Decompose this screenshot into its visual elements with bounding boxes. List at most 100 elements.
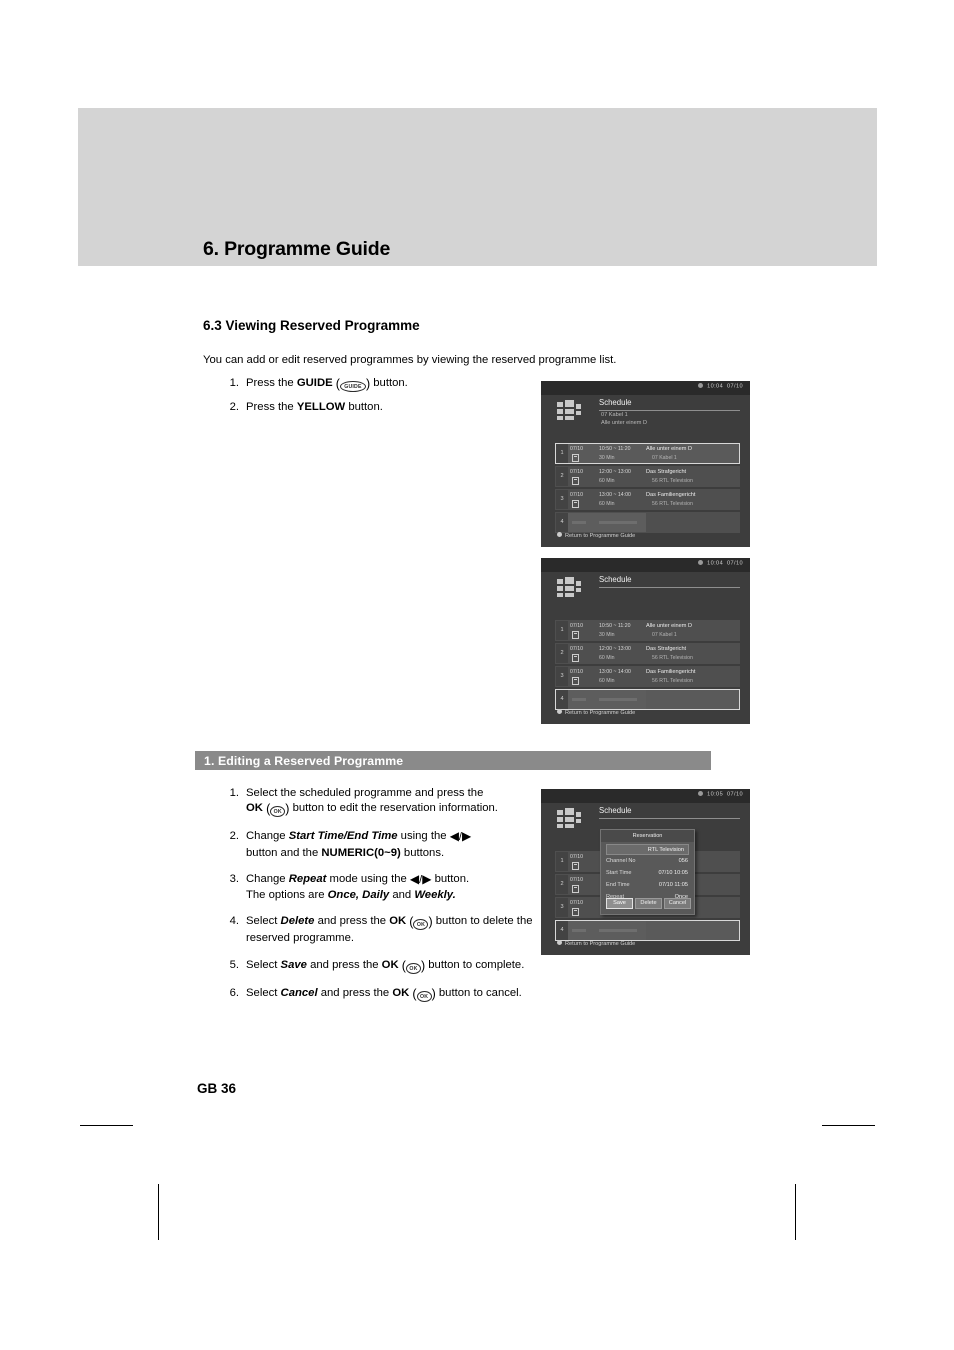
save-button[interactable]: Save: [606, 898, 633, 909]
list-item: 5. Select Save and press the OK (OK) but…: [203, 958, 568, 975]
row-time: 12:00 ~ 13:00: [599, 469, 631, 475]
row-date: 07/10: [570, 646, 583, 652]
timer-icon: [572, 500, 579, 508]
step-text-mid: mode using the: [326, 872, 410, 885]
list-item-number: 2.: [229, 830, 239, 843]
tv-footer-label: Return to Programme Guide: [565, 533, 636, 539]
table-row[interactable]: 1 07/10 10:50 ~ 11:20 30 Min Alle unter …: [555, 443, 740, 464]
field-label: Start Time: [606, 870, 632, 876]
delete-button[interactable]: Delete: [635, 898, 662, 909]
step-text-prefix: Select: [246, 958, 281, 971]
table-row[interactable]: 3 07/10 13:00 ~ 14:00 60 Min Das Familie…: [555, 489, 740, 510]
list-item: 6. Select Cancel and press the OK (OK) b…: [203, 986, 568, 1003]
row-placeholder-date: [572, 929, 586, 932]
row-programme-name: Das Strafgericht: [646, 646, 687, 652]
subsection-bar: 1. Editing a Reserved Programme: [195, 751, 711, 770]
tv-top-bar: 10:05 07/10: [541, 789, 750, 803]
tv-clock-date: 07/10: [727, 560, 743, 567]
tv-schedule-list: 1 07/10 10:50 ~ 11:20 30 Min Alle unter …: [555, 443, 740, 535]
schedule-logo-icon: [555, 576, 585, 602]
viewing-steps-list: 1. Press the GUIDE (GUIDE) button. 2. Pr…: [203, 376, 533, 422]
row-date: 07/10: [570, 492, 583, 498]
guide-icon-label: GUIDE: [339, 381, 366, 392]
step-text-mid: and press the: [306, 958, 382, 971]
tv-clock-date: 07/10: [727, 791, 743, 798]
row-placeholder-time: [599, 698, 637, 701]
field-value: 07/10 11:05: [658, 882, 688, 888]
table-row-empty[interactable]: 4: [555, 689, 740, 710]
list-item: 3. Change Repeat mode using the ◀/▶ butt…: [203, 872, 568, 903]
ok-icon-label: OK: [270, 806, 286, 818]
tv-subtitle-programme: Alle unter einem D: [601, 420, 648, 426]
list-item-number: 1.: [229, 787, 239, 799]
row-index: 3: [556, 667, 568, 686]
tv-clock-date: 07/10: [727, 383, 743, 390]
tv-clock-time: 10:04: [707, 383, 724, 390]
row-index: 2: [556, 644, 568, 663]
step-text-mid: using the: [397, 830, 450, 843]
row-index: 3: [556, 898, 568, 917]
row-channel: 56 RTL Television: [652, 678, 693, 684]
guide-button-icon: (GUIDE): [335, 377, 371, 392]
table-row[interactable]: 2 07/10 12:00 ~ 13:00 60 Min Das Strafge…: [555, 643, 740, 664]
tv-screenshot-schedule-empty-selected: 10:04 07/10 Schedule 1 07/10 10:50 ~ 11:…: [541, 558, 750, 724]
left-right-arrow-icon: ◀/▶: [450, 829, 472, 845]
table-row-empty[interactable]: 4: [555, 920, 740, 941]
row-date: 07/10: [570, 900, 583, 906]
row-date: 07/10: [570, 623, 583, 629]
row-date: 07/10: [570, 669, 583, 675]
row-date: 07/10: [570, 854, 583, 860]
subsection-bar-label: 1. Editing a Reserved Programme: [204, 754, 404, 768]
timer-icon: [572, 454, 579, 462]
step-text-suffix: button to cancel.: [435, 986, 522, 999]
row-channel: 56 RTL Television: [652, 478, 693, 484]
tv-footer-hint: Return to Programme Guide: [557, 532, 635, 539]
ok-key-label: OK: [392, 986, 410, 999]
step-text-suffix: button to complete.: [425, 958, 525, 971]
timer-icon: [572, 862, 579, 870]
row-index: 4: [556, 513, 568, 532]
clock-dot-icon: [698, 383, 704, 388]
row-duration: 30 Min: [599, 455, 615, 461]
dialog-field-end-time[interactable]: End Time 07/10 11:05: [606, 882, 689, 892]
left-arrow-icon: ◀: [449, 829, 459, 844]
tv-top-bar: 10:04 07/10: [541, 381, 750, 395]
tv-clock: 10:05 07/10: [698, 791, 743, 798]
dialog-channel-name[interactable]: RTL Television: [606, 844, 689, 855]
ok-icon-label: OK: [416, 990, 432, 1002]
table-row[interactable]: 3 07/10 13:00 ~ 14:00 60 Min Das Familie…: [555, 666, 740, 687]
ok-button-icon: (OK): [266, 802, 290, 818]
schedule-logo-icon: [555, 399, 585, 425]
step-text-suffix: button.: [431, 872, 470, 885]
table-row-empty[interactable]: 4: [555, 512, 740, 533]
step-text-and: and: [389, 889, 415, 902]
ok-button-icon: (OK): [412, 986, 436, 1002]
row-programme-name: Das Familiengericht: [646, 492, 696, 498]
row-index: 4: [556, 921, 568, 940]
tv-schedule-list: 1 07/10 10:50 ~ 11:20 30 Min Alle unter …: [555, 620, 740, 712]
row-placeholder-time: [599, 929, 637, 932]
step-text-prefix: Press the: [246, 401, 297, 414]
schedule-logo-icon: [555, 807, 585, 833]
row-duration: 60 Min: [599, 501, 615, 507]
timer-icon: [572, 908, 579, 916]
dialog-field-start-time[interactable]: Start Time 07/10 10:05: [606, 870, 689, 880]
list-item-number: 5.: [229, 958, 239, 971]
table-row[interactable]: 1 07/10 10:50 ~ 11:20 30 Min Alle unter …: [555, 620, 740, 641]
row-index: 2: [556, 467, 568, 486]
timer-icon: [572, 677, 579, 685]
dialog-field-channel-no[interactable]: Channel No 056: [606, 858, 689, 868]
table-row[interactable]: 2 07/10 12:00 ~ 13:00 60 Min Das Strafge…: [555, 466, 740, 487]
row-date: 07/10: [570, 446, 583, 452]
ok-icon-label: OK: [405, 962, 421, 974]
row-channel: 07 Kabel 1: [652, 632, 677, 638]
ok-key-label: OK: [389, 915, 407, 928]
row-channel: 56 RTL Television: [652, 501, 693, 507]
cancel-button[interactable]: Cancel: [664, 898, 691, 909]
step-key-label: YELLOW: [296, 401, 346, 414]
cancel-emphasis: Cancel: [280, 986, 318, 999]
row-index: 1: [556, 444, 568, 463]
step-text-line2: The options are: [246, 889, 328, 902]
tv-screenshot-schedule-list: 10:04 07/10 Schedule 07 Kabel 1 Alle unt…: [541, 381, 750, 547]
step-text: Select the scheduled programme and press…: [246, 787, 484, 799]
